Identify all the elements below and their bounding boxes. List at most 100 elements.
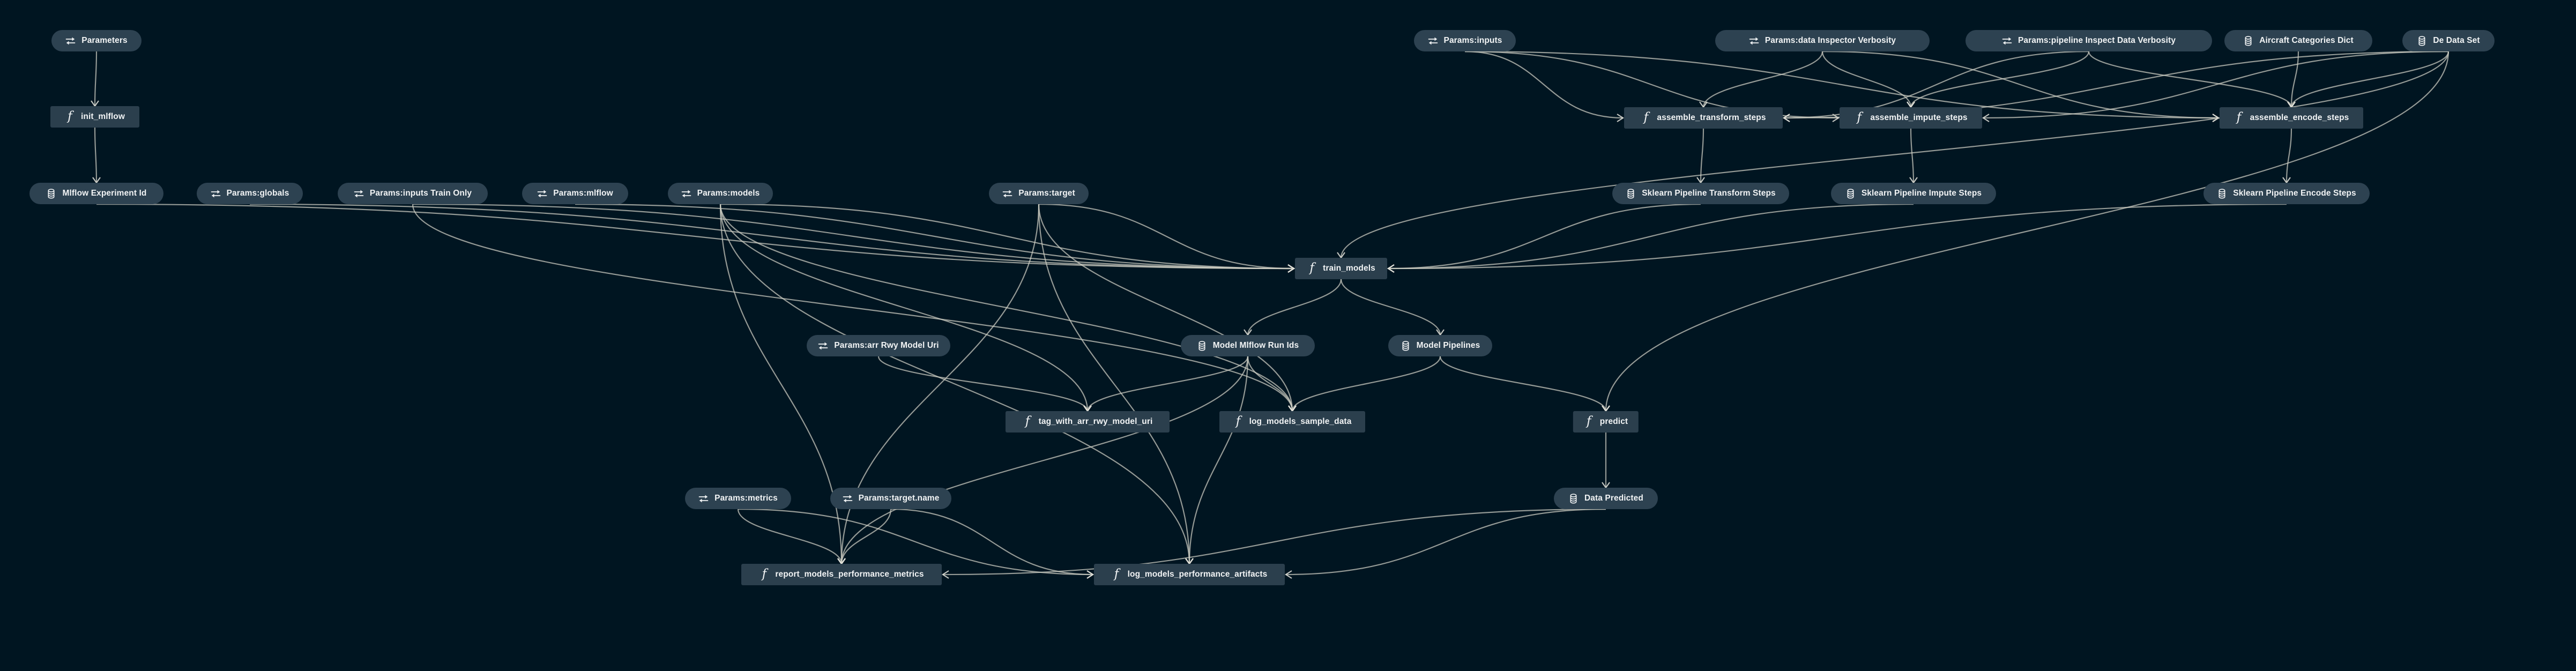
node-label: Params:models [697, 189, 760, 198]
edge-arrowhead [1602, 482, 1610, 489]
edge-skl_encode_steps-to-train_models [1388, 203, 2287, 270]
edge-arrowhead [1696, 177, 1705, 184]
edge-arrowhead [2282, 177, 2291, 184]
edge-train_models-to-model_mlflow_run_ids [1247, 279, 1342, 336]
edge-arrowhead [1387, 264, 1395, 273]
node-log_models_sample[interactable]: 𝑓 log_models_sample_data [1219, 411, 1365, 433]
node-label: log_models_sample_data [1249, 417, 1352, 427]
node-label: predict [1599, 417, 1628, 427]
edge-params_data_insp-to-assemble_transform [1702, 51, 1823, 108]
node-label: Parameters [81, 36, 128, 46]
edge-arrowhead [1288, 405, 1297, 412]
database-icon [1845, 188, 1856, 199]
node-params_models[interactable]: Params:models [668, 183, 773, 204]
edge-params_models-to-tag_with_arr_rwy [719, 204, 1089, 412]
node-params_data_insp[interactable]: Params:data Inspector Verbosity [1715, 30, 1930, 51]
database-icon [2243, 35, 2253, 46]
function-icon: 𝑓 [1857, 110, 1862, 124]
edge-arrowhead [837, 558, 846, 565]
edge-params_models-to-log_models_artifacts [719, 204, 1190, 564]
node-skl_transform_steps[interactable]: Sklearn Pipeline Transform Steps [1612, 183, 1789, 204]
node-label: Params:mlflow [553, 189, 613, 198]
edge-arrowhead [1909, 177, 1918, 184]
node-assemble_impute[interactable]: 𝑓 assemble_impute_steps [1840, 107, 1982, 129]
node-skl_impute_steps[interactable]: Sklearn Pipeline Impute Steps [1831, 183, 1996, 204]
node-model_mlflow_run_ids[interactable]: Model Mlflow Run Ids [1181, 335, 1315, 356]
edge-model_pipelines-to-log_models_sample [1291, 356, 1441, 412]
function-icon: 𝑓 [762, 566, 767, 581]
edge-de_data_set-to-assemble_encode [2290, 51, 2450, 108]
edge-arrowhead [1287, 264, 1296, 273]
node-init_mlflow[interactable]: 𝑓 init_mlflow [50, 106, 139, 128]
edge-skl_transform_steps-to-train_models [1388, 203, 1701, 270]
node-de_data_set[interactable]: De Data Set [2402, 30, 2495, 51]
node-report_models_metrics[interactable]: 𝑓 report_models_performance_metrics [741, 564, 942, 585]
node-model_pipelines[interactable]: Model Pipelines [1388, 335, 1492, 356]
edge-model_mlflow_run_ids-to-report_models_metrics [840, 356, 1249, 564]
sliders-icon [681, 189, 691, 199]
node-label: init_mlflow [80, 112, 125, 122]
edge-arrowhead [1185, 558, 1194, 565]
node-label: Sklearn Pipeline Encode Steps [2233, 189, 2356, 198]
sliders-icon [65, 36, 76, 46]
node-mlflow_experiment_id[interactable]: Mlflow Experiment Id [29, 183, 163, 204]
node-parameters[interactable]: Parameters [51, 30, 142, 51]
edge-params_target-to-log_models_artifacts [1038, 204, 1190, 564]
edge-arrowhead [1699, 101, 1708, 108]
node-params_metrics[interactable]: Params:metrics [685, 488, 791, 509]
node-aircraft_cat_dict[interactable]: Aircraft Categories Dict [2224, 30, 2372, 51]
edge-arrowhead [1083, 405, 1092, 412]
node-predict[interactable]: 𝑓 predict [1573, 411, 1639, 433]
edge-arrowhead [1287, 264, 1296, 273]
node-assemble_transform[interactable]: 𝑓 assemble_transform_steps [1624, 107, 1783, 129]
edge-params_inputs_train-to-train_models [412, 203, 1294, 270]
edge-arrowhead [1907, 101, 1915, 108]
node-tag_with_arr_rwy[interactable]: 𝑓 tag_with_arr_rwy_model_uri [1006, 411, 1170, 433]
edge-arrowhead [1288, 405, 1297, 412]
edge-arrowhead [2287, 101, 2296, 108]
node-params_inputs[interactable]: Params:inputs [1414, 30, 1516, 51]
edge-model_mlflow_run_ids-to-log_models_sample [1247, 356, 1293, 412]
edge-params_target_name-to-report_models_metrics [840, 509, 892, 564]
node-label: Params:data Inspector Verbosity [1765, 36, 1896, 46]
edge-params_target-to-report_models_metrics [840, 204, 1040, 564]
edge-params_models-to-train_models [720, 203, 1294, 270]
edge-arrowhead [1617, 114, 1625, 122]
edge-arrowhead [1782, 114, 1790, 122]
edge-arrowhead [1337, 252, 1345, 259]
edge-de_data_set-to-assemble_impute [1983, 50, 2449, 119]
node-skl_encode_steps[interactable]: Sklearn Pipeline Encode Steps [2203, 183, 2370, 204]
node-params_globals[interactable]: Params:globals [197, 183, 303, 204]
node-data_predicted[interactable]: Data Predicted [1554, 488, 1658, 509]
edge-arrowhead [837, 558, 846, 565]
edge-arrowhead [1287, 264, 1296, 273]
node-label: report_models_performance_metrics [775, 570, 924, 579]
node-train_models[interactable]: 𝑓 train_models [1295, 258, 1387, 279]
pipeline-flowchart-canvas[interactable]: Parameters 𝑓 init_mlflow Mlflow Experiment … [0, 0, 2576, 671]
node-assemble_encode[interactable]: 𝑓 assemble_encode_steps [2220, 107, 2363, 129]
edge-skl_impute_steps-to-train_models [1388, 203, 1914, 270]
edge-arrowhead [2287, 101, 2296, 108]
node-label: tag_with_arr_rwy_model_uri [1038, 417, 1153, 427]
node-params_pipe_insp[interactable]: Params:pipeline Inspect Data Verbosity [1965, 30, 2212, 51]
node-params_arr_rwy_uri[interactable]: Params:arr Rwy Model Uri [807, 335, 950, 356]
edge-arrowhead [92, 177, 101, 184]
edge-aircraft_cat_dict-to-assemble_encode [2290, 51, 2299, 108]
edge-arrowhead [1244, 329, 1252, 336]
edge-params_arr_rwy_uri-to-tag_with_arr_rwy [877, 356, 1089, 412]
edge-arrowhead [1387, 264, 1395, 273]
edge-train_models-to-model_pipelines [1340, 279, 1441, 336]
edge-params_metrics-to-report_models_metrics [737, 509, 843, 564]
node-params_mlflow[interactable]: Params:mlflow [522, 183, 628, 204]
database-icon [2417, 35, 2427, 46]
node-params_inputs_train[interactable]: Params:inputs Train Only [338, 183, 488, 204]
node-params_target_name[interactable]: Params:target.name [830, 488, 951, 509]
edge-arrowhead [837, 558, 846, 565]
node-label: assemble_transform_steps [1657, 113, 1766, 123]
node-params_target[interactable]: Params:target [989, 183, 1089, 204]
edge-arrowhead [91, 100, 99, 107]
node-log_models_artifacts[interactable]: 𝑓 log_models_performance_artifacts [1094, 564, 1285, 585]
function-icon: 𝑓 [68, 109, 72, 123]
edge-arrowhead [1083, 405, 1092, 412]
edge-arrowhead [1287, 264, 1296, 273]
